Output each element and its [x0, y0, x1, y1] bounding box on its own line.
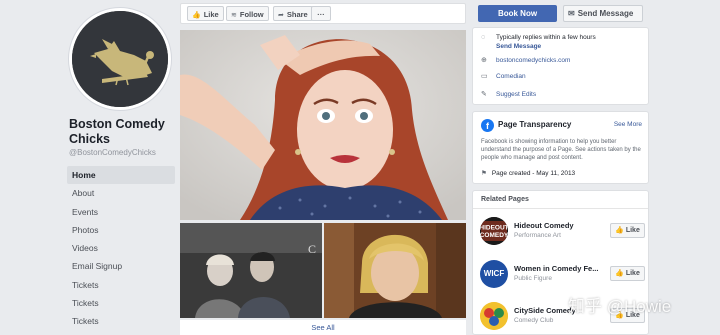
- thumbs-up-icon: 👍: [615, 270, 624, 277]
- about-card: ◌ Typically replies within a few hours S…: [472, 27, 649, 105]
- logo-text-line-2: COMEDY: [480, 232, 508, 239]
- page-handle[interactable]: @BostonComedyChicks: [69, 148, 156, 157]
- suggest-edits-row: ✎ Suggest Edits: [481, 91, 536, 99]
- page-action-bar: 👍 Like ≋ Follow ➦ Share ···: [180, 3, 466, 24]
- hideout-comedy-logo[interactable]: HIDEOUT COMEDY: [480, 217, 508, 245]
- sidebar-item-tickets[interactable]: Tickets: [67, 312, 175, 330]
- suggest-edits-link[interactable]: Suggest Edits: [496, 91, 536, 99]
- sidebar-item-photos[interactable]: Photos: [67, 221, 175, 239]
- thumbs-up-icon: 👍: [192, 12, 201, 19]
- pencil-icon: ✎: [481, 91, 487, 98]
- related-page-category: Public Figure: [514, 275, 552, 282]
- logo-text-line-1: HIDEOUT: [480, 225, 508, 232]
- see-more-link[interactable]: See More: [614, 121, 642, 128]
- facebook-icon: f: [481, 119, 494, 132]
- sidebar-item-tickets[interactable]: Tickets: [67, 294, 175, 312]
- photo-thumbnail[interactable]: C: [180, 223, 322, 318]
- response-time-text: Typically replies within a few hours: [496, 34, 596, 41]
- send-message-button[interactable]: ✉ Send Message: [563, 5, 643, 22]
- related-page-category: Performance Art: [514, 232, 561, 239]
- sidebar-item-videos[interactable]: Videos: [67, 239, 175, 257]
- cardinal-logo-icon: [72, 11, 168, 107]
- sidebar-item-about[interactable]: About: [67, 184, 175, 202]
- like-button[interactable]: 👍 Like: [187, 6, 224, 21]
- website-link[interactable]: bostoncomedychicks.com: [496, 57, 570, 65]
- sidebar-item-tickets[interactable]: Tickets: [67, 276, 175, 294]
- blonde-woman-photo: [324, 223, 466, 318]
- related-pages-title: Related Pages: [473, 191, 648, 209]
- page-transparency-card: f Page Transparency See More Facebook is…: [472, 111, 649, 184]
- related-page-item[interactable]: HIDEOUT COMEDY Hideout Comedy Performanc…: [480, 215, 645, 249]
- page-title[interactable]: Boston Comedy Chicks: [69, 117, 179, 147]
- two-people-photo: C: [180, 223, 322, 318]
- category-row: ▭ Comedian: [481, 73, 526, 81]
- sidebar-nav: Home About Events Photos Videos Email Si…: [67, 166, 175, 331]
- svg-text:C: C: [308, 242, 316, 256]
- see-all-photos-link[interactable]: See All: [180, 320, 466, 335]
- wicf-logo[interactable]: WICF: [480, 260, 508, 288]
- related-page-name[interactable]: Women in Comedy Fe...: [514, 264, 604, 273]
- response-row: ◌ Typically replies within a few hours: [481, 34, 596, 42]
- sidebar-item-events[interactable]: Events: [67, 203, 175, 221]
- left-column: Boston Comedy Chicks @BostonComedyChicks…: [0, 0, 180, 335]
- page-created-row: ⚑ Page created - May 11, 2013: [481, 170, 576, 177]
- messenger-bubble-icon: ◌: [481, 34, 486, 41]
- more-options-button[interactable]: ···: [311, 6, 331, 21]
- related-page-category: Comedy Club: [514, 317, 554, 324]
- transparency-description: Facebook is showing information to help …: [481, 139, 641, 161]
- category-link[interactable]: Comedian: [496, 73, 526, 81]
- cityside-comedy-logo[interactable]: [480, 302, 508, 330]
- like-page-button[interactable]: 👍 Like: [610, 223, 645, 238]
- flag-icon: ⚑: [481, 170, 487, 177]
- profile-avatar[interactable]: [69, 8, 171, 110]
- featured-photo[interactable]: [180, 30, 466, 220]
- share-button[interactable]: ➦ Share: [273, 6, 313, 21]
- follow-button[interactable]: ≋ Follow: [226, 6, 269, 21]
- messenger-icon: ✉: [568, 9, 575, 18]
- send-message-link[interactable]: Send Message: [496, 43, 541, 51]
- thumbs-up-icon: 👍: [615, 227, 624, 234]
- tag-icon: ▭: [481, 73, 488, 80]
- photo-thumbnail[interactable]: [324, 223, 466, 318]
- woman-portrait-photo: [180, 30, 466, 220]
- globe-icon: ⊕: [481, 57, 487, 64]
- sidebar-item-email-signup[interactable]: Email Signup: [67, 257, 175, 275]
- zhihu-watermark: 知乎 @Howie: [568, 297, 672, 316]
- share-arrow-icon: ➦: [278, 12, 284, 19]
- related-page-item[interactable]: WICF Women in Comedy Fe... Public Figure…: [480, 258, 645, 292]
- rss-icon: ≋: [231, 12, 237, 19]
- book-now-button[interactable]: Book Now: [478, 5, 557, 22]
- related-page-name[interactable]: Hideout Comedy: [514, 221, 604, 230]
- like-page-button[interactable]: 👍 Like: [610, 266, 645, 281]
- website-row: ⊕ bostoncomedychicks.com: [481, 57, 570, 65]
- sidebar-item-home[interactable]: Home: [67, 166, 175, 185]
- transparency-title: Page Transparency: [498, 120, 572, 129]
